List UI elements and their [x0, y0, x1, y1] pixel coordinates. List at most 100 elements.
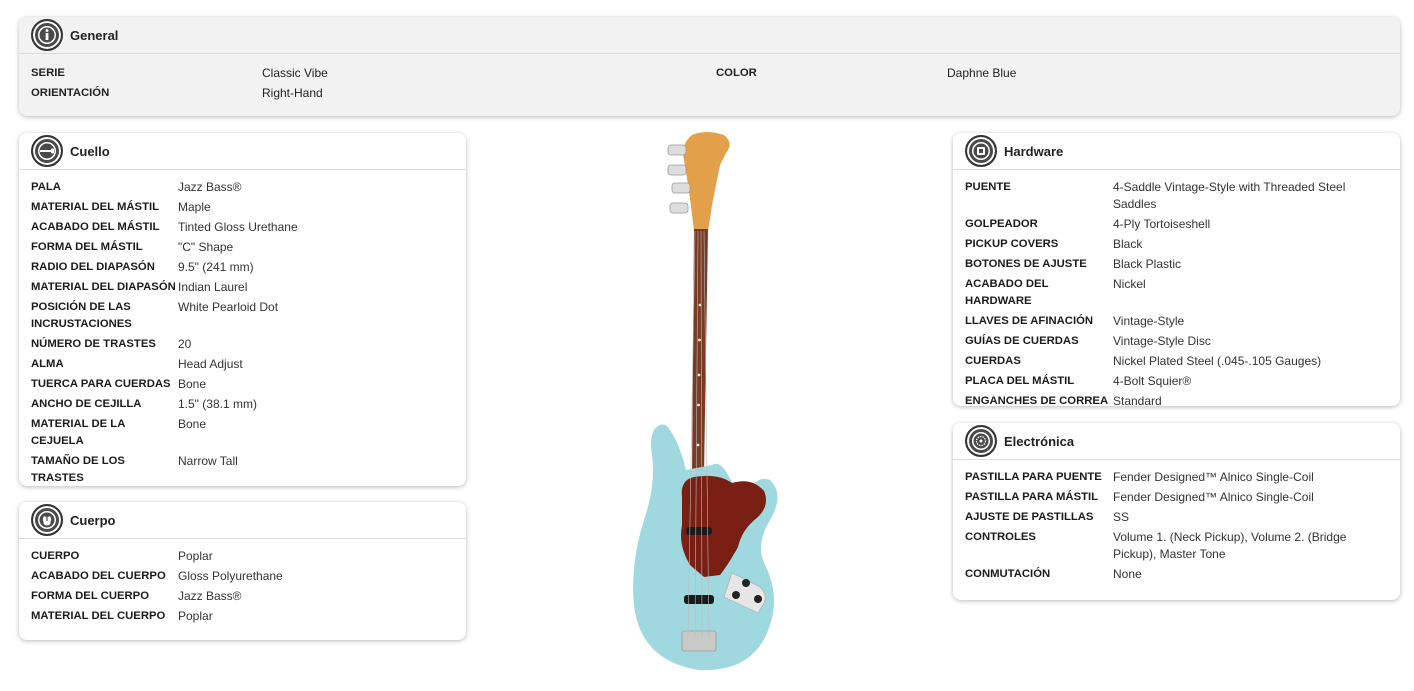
spec-row: ACABADO DEL HARDWARE Nickel: [953, 276, 1400, 310]
electronica-header: Electrónica: [953, 423, 1400, 460]
spec-label: AJUSTE DE PASTILLAS: [965, 511, 1094, 523]
hardware-section: Hardware PUENTE 4-Saddle Vintage-Style wi…: [953, 133, 1400, 406]
spec-value: 1.5" (38.1 mm): [178, 397, 257, 411]
spec-label: MATERIAL DEL MÁSTIL: [31, 201, 160, 213]
spec-row: FORMA DEL MÁSTIL "C" Shape: [19, 239, 466, 256]
spec-row: ACABADO DEL CUERPO Gloss Polyurethane: [19, 568, 466, 585]
spec-value: Bone: [178, 417, 207, 431]
spec-value: Fender Designed™ Alnico Single-Coil: [1113, 470, 1314, 484]
spec-label: BOTONES DE AJUSTE: [965, 258, 1087, 270]
spec-row: PASTILLA PARA PUENTE Fender Designed™ Aln…: [953, 469, 1400, 486]
spec-value: 9.5" (241 mm): [178, 260, 254, 274]
spec-label: TAMAÑO DE LOS TRASTES: [31, 455, 125, 484]
color-value: Daphne Blue: [947, 66, 1017, 80]
hardware-title: Hardware: [1004, 143, 1064, 159]
spec-value: None: [1113, 567, 1142, 581]
spec-row: NÚMERO DE TRASTES 20: [19, 336, 466, 353]
spec-row: PASTILLA PARA MÁSTIL Fender Designed™ Aln…: [953, 489, 1400, 506]
spec-row: TUERCA PARA CUERDAS Bone: [19, 376, 466, 393]
general-title: General: [70, 27, 119, 43]
spec-value: Black: [1113, 237, 1143, 251]
spec-label: PALA: [31, 181, 61, 193]
spec-value: 4-Ply Tortoiseshell: [1113, 217, 1211, 231]
spec-value: Gloss Polyurethane: [178, 569, 283, 583]
spec-value: Indian Laurel: [178, 280, 248, 294]
spec-label: NÚMERO DE TRASTES: [31, 338, 156, 350]
spec-label: CONTROLES: [965, 531, 1036, 543]
spec-row: MATERIAL DEL MÁSTIL Maple: [19, 199, 466, 216]
color-label: COLOR: [716, 67, 757, 79]
orientacion-label: ORIENTACIÓN: [31, 87, 110, 99]
info-icon: [31, 19, 63, 51]
spec-label: PASTILLA PARA MÁSTIL: [965, 491, 1099, 503]
spec-value: Poplar: [178, 549, 213, 563]
general-section: General SERIE Classic Vibe ORIENTACIÓN R…: [19, 17, 1400, 116]
spec-row: ENGANCHES DE CORREA Standard: [953, 393, 1400, 406]
spec-row: MATERIAL DEL DIAPASÓN Indian Laurel: [19, 279, 466, 296]
spec-row: MATERIAL DE LA CEJUELA Bone: [19, 416, 466, 450]
spec-row: CUERDAS Nickel Plated Steel (.045-.105 Ga…: [953, 353, 1400, 370]
spec-value: Black Plastic: [1113, 257, 1182, 271]
spec-label: CUERPO: [31, 550, 80, 562]
spec-value: Standard: [1113, 394, 1162, 406]
spec-row: ACABADO DEL MÁSTIL Tinted Gloss Urethane: [19, 219, 466, 236]
spec-row: ALMA Head Adjust: [19, 356, 466, 373]
cuello-section: Cuello PALA Jazz Bass® MATERIAL DEL MÁSTIL…: [19, 133, 466, 486]
spec-label: POSICIÓN DE LAS INCRUSTACIONES: [31, 301, 132, 330]
spec-label: GOLPEADOR: [965, 218, 1038, 230]
cuerpo-header: Cuerpo: [19, 502, 466, 539]
spec-label: GUÍAS DE CUERDAS: [965, 335, 1079, 347]
spec-label: ACABADO DEL CUERPO: [31, 570, 166, 582]
cuerpo-section: Cuerpo CUERPO Poplar ACABADO DEL CUERPO Glo…: [19, 502, 466, 640]
spec-value: "C" Shape: [178, 240, 234, 254]
spec-label: MATERIAL DEL CUERPO: [31, 610, 166, 622]
spec-value: 20: [178, 337, 192, 351]
spec-value: Vintage-Style: [1113, 314, 1185, 328]
cuello-title: Cuello: [70, 143, 110, 159]
electronics-icon: [965, 425, 997, 457]
spec-label: ACABADO DEL HARDWARE: [965, 278, 1049, 307]
spec-value: 4-Bolt Squier®: [1113, 374, 1192, 388]
spec-label: TUERCA PARA CUERDAS: [31, 378, 171, 390]
spec-row: CONTROLES Volume 1. (Neck Pickup), Volume…: [953, 529, 1400, 563]
spec-row: LLAVES DE AFINACIÓN Vintage-Style: [953, 313, 1400, 330]
spec-value: SS: [1113, 510, 1130, 524]
spec-label: PLACA DEL MÁSTIL: [965, 375, 1075, 387]
serie-value: Classic Vibe: [262, 66, 328, 80]
spec-row: GOLPEADOR 4-Ply Tortoiseshell: [953, 216, 1400, 233]
spec-label: CONMUTACIÓN: [965, 568, 1051, 580]
spec-value: Vintage-Style Disc: [1113, 334, 1211, 348]
spec-value: Volume 1. (Neck Pickup), Volume 2. (Brid…: [1113, 530, 1347, 561]
hardware-header: Hardware: [953, 133, 1400, 170]
spec-label: MATERIAL DE LA CEJUELA: [31, 418, 125, 447]
spec-label: FORMA DEL MÁSTIL: [31, 241, 143, 253]
spec-label: PUENTE: [965, 181, 1011, 193]
orientacion-value: Right-Hand: [262, 86, 323, 100]
spec-value: Maple: [178, 200, 211, 214]
spec-label: ACABADO DEL MÁSTIL: [31, 221, 160, 233]
spec-label: CUERDAS: [965, 355, 1021, 367]
spec-label: ANCHO DE CEJILLA: [31, 398, 142, 410]
spec-value: Jazz Bass®: [178, 180, 242, 194]
electronica-section: Electrónica PASTILLA PARA PUENTE Fender D…: [953, 423, 1400, 600]
spec-label: MATERIAL DEL DIAPASÓN: [31, 281, 176, 293]
spec-label: LLAVES DE AFINACIÓN: [965, 315, 1094, 327]
spec-value: Fender Designed™ Alnico Single-Coil: [1113, 490, 1314, 504]
neck-icon: [31, 135, 63, 167]
spec-row: GUÍAS DE CUERDAS Vintage-Style Disc: [953, 333, 1400, 350]
spec-label: ENGANCHES DE CORREA: [965, 395, 1109, 406]
spec-row: PICKUP COVERS Black: [953, 236, 1400, 253]
spec-label: ALMA: [31, 358, 64, 370]
electronica-title: Electrónica: [1004, 433, 1075, 449]
spec-value: Jazz Bass®: [178, 589, 242, 603]
general-header: General: [19, 17, 1400, 54]
spec-value: Nickel: [1113, 277, 1146, 291]
spec-value: Bone: [178, 377, 207, 391]
cuello-header: Cuello: [19, 133, 466, 170]
spec-value: 4-Saddle Vintage-Style with Threaded Ste…: [1113, 180, 1346, 211]
spec-row: PALA Jazz Bass®: [19, 179, 466, 196]
cuerpo-title: Cuerpo: [70, 512, 116, 528]
spec-row: POSICIÓN DE LAS INCRUSTACIONES White Pear…: [19, 299, 466, 333]
spec-row: BOTONES DE AJUSTE Black Plastic: [953, 256, 1400, 273]
spec-label: PASTILLA PARA PUENTE: [965, 471, 1102, 483]
